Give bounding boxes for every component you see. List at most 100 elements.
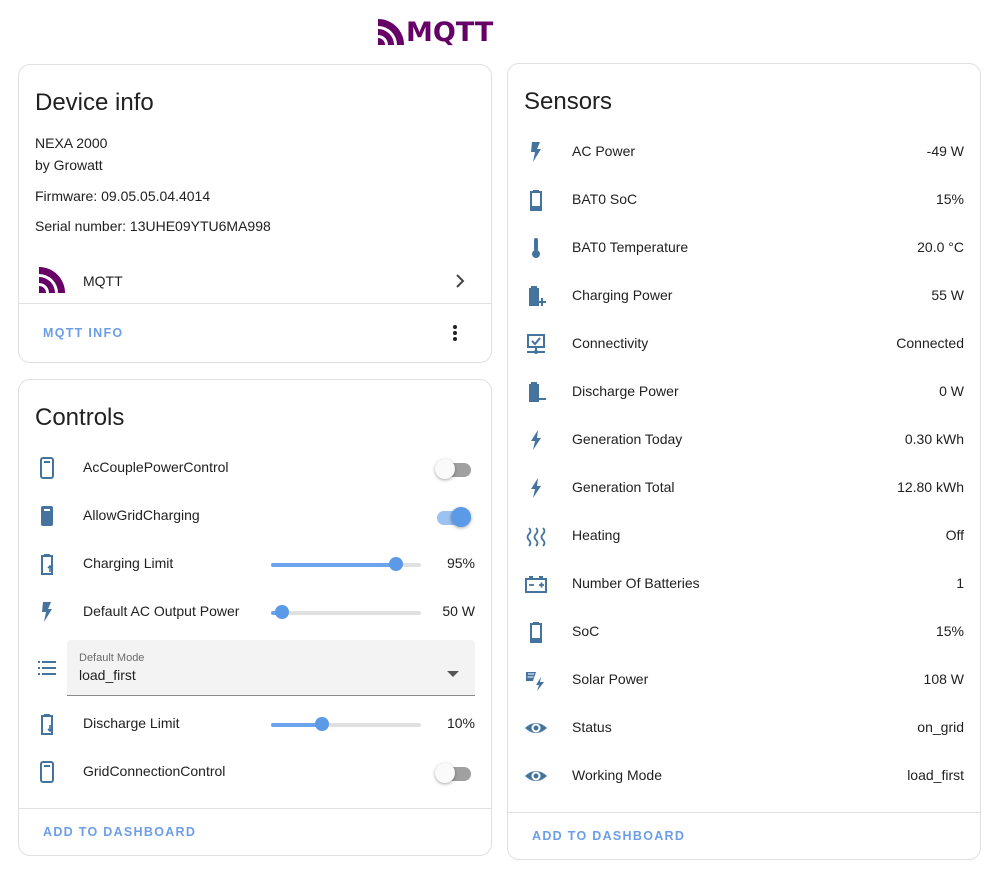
car-battery-icon — [524, 572, 548, 596]
sensor-row-solar-power[interactable]: Solar Power 108 W — [508, 656, 980, 704]
sensor-name: Connectivity — [572, 335, 649, 351]
sensor-row-generation-total[interactable]: Generation Total 12.80 kWh — [508, 464, 980, 512]
sensor-name: AC Power — [572, 143, 636, 159]
mqtt-info-button[interactable]: MQTT INFO — [43, 326, 123, 340]
sensor-value: 0 W — [939, 383, 964, 399]
sensor-value: load_first — [907, 767, 964, 783]
control-name: Discharge Limit — [83, 715, 180, 731]
dropdown-arrow-icon — [447, 664, 459, 682]
sensor-name: Charging Power — [572, 287, 673, 303]
lightning-icon — [524, 476, 548, 500]
solar-power-icon — [524, 668, 548, 692]
mqtt-signal-icon — [378, 19, 404, 45]
control-name: GridConnectionControl — [83, 763, 226, 779]
sensor-name: SoC — [572, 623, 600, 639]
phone-outline-icon — [35, 760, 59, 784]
device-model: NEXA 2000 — [35, 135, 108, 151]
logo-text: MQTT — [406, 16, 494, 48]
add-to-dashboard-button[interactable]: ADD TO DASHBOARD — [532, 829, 685, 843]
sensor-row-bat0-soc[interactable]: BAT0 SoC 15% — [508, 176, 980, 224]
sensor-value: Connected — [896, 335, 964, 351]
discharge-limit-slider[interactable] — [271, 717, 421, 731]
thermometer-icon — [524, 236, 548, 260]
connectivity-icon — [524, 332, 548, 356]
sensor-value: 15% — [935, 623, 964, 639]
control-name: Default AC Output Power — [83, 603, 240, 619]
battery-discharging-icon — [35, 712, 59, 736]
sensor-value: -49 W — [926, 143, 964, 159]
lightning-icon — [524, 428, 548, 452]
sensor-value: 12.80 kWh — [897, 479, 964, 495]
sensors-title: Sensors — [524, 88, 613, 115]
sensor-name: Working Mode — [572, 767, 663, 783]
add-to-dashboard-button[interactable]: ADD TO DASHBOARD — [43, 825, 196, 839]
sensor-row-charging-power[interactable]: Charging Power 55 W — [508, 272, 980, 320]
divider — [19, 808, 491, 809]
sensor-row-generation-today[interactable]: Generation Today 0.30 kWh — [508, 416, 980, 464]
sensor-row-discharge-power[interactable]: Discharge Power 0 W — [508, 368, 980, 416]
slider-thumb[interactable] — [315, 717, 329, 731]
sensor-name: Discharge Power — [572, 383, 679, 399]
control-value: 10% — [446, 715, 475, 731]
phone-solid-icon — [35, 504, 59, 528]
heat-waves-icon — [524, 524, 548, 548]
control-row-ac-couple-power-control: AcCouplePowerControl — [19, 444, 491, 492]
sensor-row-ac-power[interactable]: AC Power -49 W — [508, 128, 980, 176]
sensor-name: Status — [572, 719, 612, 735]
sensors-card: Sensors AC Power -49 W BAT0 SoC 15% BAT0… — [507, 63, 981, 860]
mqtt-logo: MQTT — [378, 16, 493, 48]
battery-icon — [524, 620, 548, 644]
sensor-row-bat0-temperature[interactable]: BAT0 Temperature 20.0 °C — [508, 224, 980, 272]
slider-thumb[interactable] — [388, 557, 403, 571]
sensor-row-status[interactable]: Status on_grid — [508, 704, 980, 752]
sensor-value: on_grid — [917, 719, 964, 735]
select-value: load_first — [79, 667, 136, 683]
control-row-grid-connection-control: GridConnectionControl — [19, 748, 491, 796]
sensor-value: 108 W — [923, 671, 964, 687]
sensor-row-soc[interactable]: SoC 15% — [508, 608, 980, 656]
chevron-right-icon — [455, 273, 465, 294]
battery-icon — [524, 188, 548, 212]
integration-link-mqtt[interactable]: MQTT — [19, 259, 491, 303]
sensor-name: BAT0 Temperature — [572, 239, 689, 255]
divider — [19, 303, 491, 304]
more-options-icon[interactable] — [453, 325, 457, 346]
divider — [508, 812, 980, 813]
phone-outline-icon — [35, 456, 59, 480]
ac-couple-power-control-toggle[interactable] — [435, 458, 471, 479]
sensor-name: Generation Total — [572, 479, 675, 495]
sensor-row-number-of-batteries[interactable]: Number Of Batteries 1 — [508, 560, 980, 608]
charging-limit-slider[interactable] — [271, 557, 421, 571]
battery-plus-icon — [524, 284, 548, 308]
allow-grid-charging-toggle[interactable] — [435, 506, 471, 527]
sensor-row-heating[interactable]: Heating Off — [508, 512, 980, 560]
device-serial: Serial number: 13UHE09YTU6MA998 — [35, 218, 271, 234]
mqtt-icon — [39, 267, 65, 298]
device-info-title: Device info — [35, 89, 154, 116]
sensor-value: 0.30 kWh — [904, 431, 964, 447]
flash-icon — [35, 600, 59, 624]
control-row-allow-grid-charging: AllowGridCharging — [19, 492, 491, 540]
sensor-name: Heating — [572, 527, 621, 543]
sensor-value: 15% — [935, 191, 964, 207]
sensor-name: Number Of Batteries — [572, 575, 700, 591]
control-row-discharge-limit: Discharge Limit 10% — [19, 700, 491, 748]
default-ac-output-power-slider[interactable] — [271, 605, 421, 619]
controls-card: Controls AcCouplePowerControl AllowGridC… — [18, 379, 492, 856]
sensor-name: Generation Today — [572, 431, 683, 447]
sensor-row-connectivity[interactable]: Connectivity Connected — [508, 320, 980, 368]
device-info-card: Device info NEXA 2000 by Growatt Firmwar… — [18, 64, 492, 363]
control-name: Charging Limit — [83, 555, 174, 571]
grid-connection-control-toggle[interactable] — [435, 762, 471, 783]
sensor-value: Off — [945, 527, 964, 543]
eye-icon — [524, 716, 548, 740]
eye-icon — [524, 764, 548, 788]
default-mode-select[interactable]: Default Mode load_first — [67, 640, 475, 696]
control-row-default-ac-output-power: Default AC Output Power 50 W — [19, 588, 491, 636]
sensor-value: 55 W — [931, 287, 964, 303]
sensor-value: 20.0 °C — [917, 239, 964, 255]
sensor-name: Solar Power — [572, 671, 649, 687]
sensor-row-working-mode[interactable]: Working Mode load_first — [508, 752, 980, 800]
controls-title: Controls — [35, 404, 125, 431]
slider-thumb[interactable] — [274, 605, 289, 619]
